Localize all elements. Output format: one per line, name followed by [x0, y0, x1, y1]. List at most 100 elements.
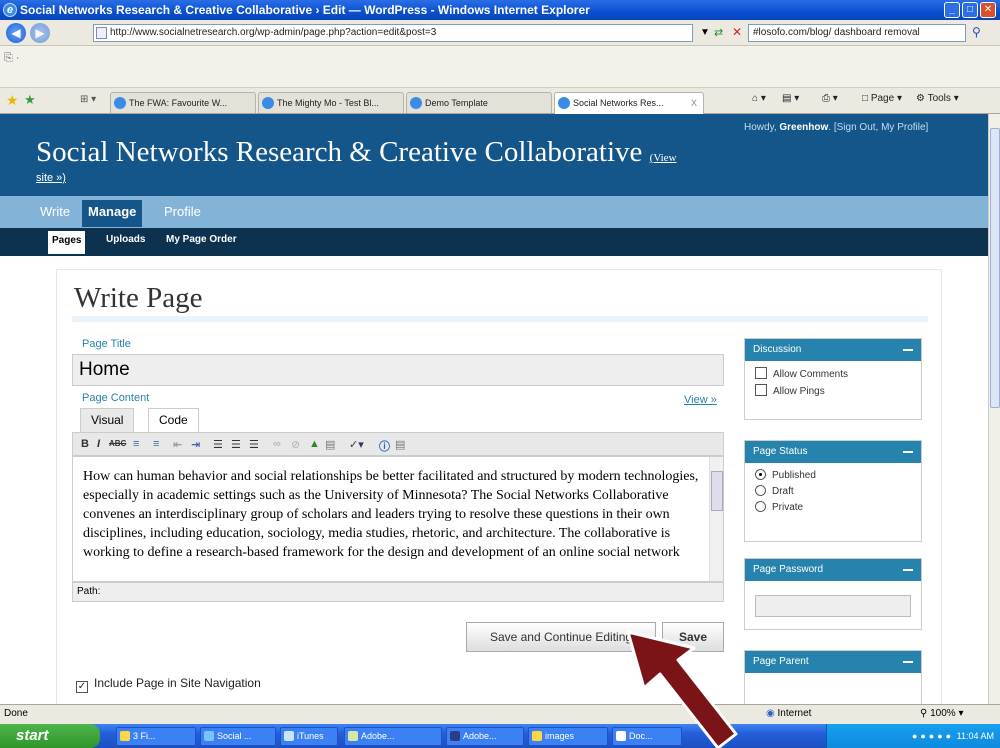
align-left-icon[interactable]: ☰ [213, 438, 223, 451]
page-status-box: Page Status Published Draft Private [744, 440, 922, 542]
task-social[interactable]: Social ... [200, 727, 276, 746]
status-private-option[interactable]: Private [755, 501, 911, 513]
status-bar: Done ◉ Internet ⚲ 100% ▾ [0, 704, 1000, 724]
help-icon[interactable]: ⓘ [379, 438, 390, 454]
italic-icon[interactable]: I [97, 438, 100, 450]
add-favorite-icon[interactable]: ★ [24, 92, 36, 108]
collapse-icon[interactable] [903, 451, 913, 453]
close-window-button[interactable]: ✕ [980, 2, 996, 18]
image-icon[interactable]: ▲ [309, 438, 320, 450]
allow-pings-checkbox[interactable] [755, 384, 767, 396]
search-input[interactable]: #losofo.com/blog/ dashboard removal [748, 24, 966, 42]
page-status-header[interactable]: Page Status [745, 441, 921, 463]
strikethrough-icon[interactable]: ABC [109, 439, 126, 448]
forward-button[interactable]: ▶ [30, 23, 50, 43]
submenu-uploads[interactable]: Uploads [106, 234, 145, 245]
tab-demo-template[interactable]: Demo Template [406, 92, 552, 113]
unlink-icon[interactable]: ⊘ [291, 438, 300, 451]
zoom-control[interactable]: ⚲ 100% ▾ [920, 705, 964, 723]
quick-tabs-icon[interactable]: ⊞ ▾ [80, 94, 96, 105]
screen: e Social Networks Research & Creative Co… [0, 0, 1000, 748]
address-input[interactable]: http://www.socialnetresearch.org/wp-admi… [93, 24, 693, 42]
allow-comments-checkbox[interactable] [755, 367, 767, 379]
status-draft-option[interactable]: Draft [755, 485, 911, 497]
task-adobe-1[interactable]: Adobe... [344, 727, 442, 746]
editor-scroll-thumb[interactable] [711, 471, 723, 511]
account-links[interactable]: [Sign Out, My Profile] [834, 122, 928, 133]
view-link[interactable]: View » [684, 394, 717, 406]
page-scroll-thumb[interactable] [990, 128, 1000, 408]
home-icon[interactable]: ⌂ ▾ [752, 93, 766, 104]
more-icon[interactable]: ▤ [325, 438, 335, 451]
discussion-header[interactable]: Discussion [745, 339, 921, 361]
published-label: Published [772, 470, 816, 481]
page-parent-header[interactable]: Page Parent [745, 651, 921, 673]
bold-icon[interactable]: B [81, 438, 89, 450]
task-adobe-2[interactable]: Adobe... [446, 727, 524, 746]
feeds-icon[interactable]: ▤ ▾ [782, 93, 799, 104]
start-button[interactable]: start [0, 724, 100, 748]
maximize-button[interactable]: □ [962, 2, 978, 18]
refresh-icon[interactable]: ⇄ [714, 26, 723, 39]
tab-mighty-mo[interactable]: The Mighty Mo - Test Bl... [258, 92, 404, 113]
print-icon[interactable]: ⎙ ▾ [822, 93, 838, 104]
private-radio[interactable] [755, 501, 766, 512]
zone-label: Internet [777, 708, 812, 719]
link-icon[interactable]: ∞ [273, 438, 281, 450]
tab-social-networks[interactable]: Social Networks Res... X [554, 92, 704, 114]
bullet-list-icon[interactable]: ≡ [133, 438, 139, 450]
page-menu-button[interactable]: □ Page ▾ [862, 93, 902, 104]
view-site-link-b[interactable]: site ») [36, 172, 66, 184]
align-center-icon[interactable]: ☰ [231, 438, 241, 451]
page-password-input[interactable] [755, 595, 911, 617]
spellcheck-icon[interactable]: ✓▾ [349, 438, 364, 451]
links-bar: ⎘ · [0, 46, 1000, 88]
allow-comments-option[interactable]: Allow Comments [755, 367, 911, 380]
submenu-pages[interactable]: Pages [48, 231, 86, 254]
draft-radio[interactable] [755, 485, 766, 496]
links-icon[interactable]: ⎘ · [4, 52, 20, 65]
published-radio[interactable] [755, 469, 766, 480]
menu-profile[interactable]: Profile [164, 204, 201, 219]
menu-write[interactable]: Write [40, 204, 70, 219]
task-firefox[interactable]: 3 Fi... [116, 727, 196, 746]
favorites-star-icon[interactable]: ★ [6, 92, 19, 109]
collapse-icon[interactable] [903, 569, 913, 571]
system-tray: ●●●●● 11:04 AM [826, 724, 1000, 748]
page-title-input[interactable]: Home [72, 354, 724, 386]
outdent-icon[interactable]: ⇤ [173, 438, 182, 451]
tab-fwa[interactable]: The FWA: Favourite W... [110, 92, 256, 113]
search-icon[interactable]: ⚲ [972, 25, 981, 39]
task-itunes[interactable]: iTunes [280, 727, 338, 746]
minimize-button[interactable]: _ [944, 2, 960, 18]
visual-tab[interactable]: Visual [80, 408, 135, 432]
include-nav-option[interactable]: ✓ Include Page in Site Navigation [76, 676, 261, 693]
align-right-icon[interactable]: ☰ [249, 438, 259, 451]
code-tab[interactable]: Code [148, 408, 199, 433]
include-nav-checkbox[interactable]: ✓ [76, 681, 88, 693]
tray-icons[interactable]: ●●●●● [912, 731, 954, 741]
page-scrollbar[interactable] [988, 114, 1000, 704]
page-menu-label: Page [870, 93, 895, 104]
content-editor[interactable]: How can human behavior and social relati… [72, 456, 724, 582]
status-published-option[interactable]: Published [755, 469, 911, 481]
menu-manage[interactable]: Manage [82, 200, 143, 227]
back-button[interactable]: ◀ [6, 23, 26, 43]
submenu-my-page-order[interactable]: My Page Order [166, 234, 237, 245]
collapse-icon[interactable] [903, 661, 913, 663]
tab-close-icon[interactable]: X [691, 93, 697, 113]
indent-icon[interactable]: ⇥ [191, 438, 200, 451]
zone-indicator: ◉ Internet [766, 705, 811, 723]
stop-icon[interactable]: ✕ [732, 25, 742, 39]
page-password-header[interactable]: Page Password [745, 559, 921, 581]
editor-text: How can human behavior and social relati… [83, 469, 699, 560]
collapse-icon[interactable] [903, 349, 913, 351]
allow-pings-option[interactable]: Allow Pings [755, 384, 911, 397]
tools-menu-button[interactable]: ⚙ Tools ▾ [916, 93, 959, 104]
view-site-link-a[interactable]: (View [650, 152, 677, 164]
kitchen-sink-icon[interactable]: ▤ [395, 438, 405, 451]
task-images[interactable]: images [528, 727, 608, 746]
address-dropdown-icon[interactable]: ▼ [700, 27, 710, 38]
numbered-list-icon[interactable]: ≡ [153, 438, 159, 450]
editor-scrollbar[interactable] [709, 457, 723, 581]
